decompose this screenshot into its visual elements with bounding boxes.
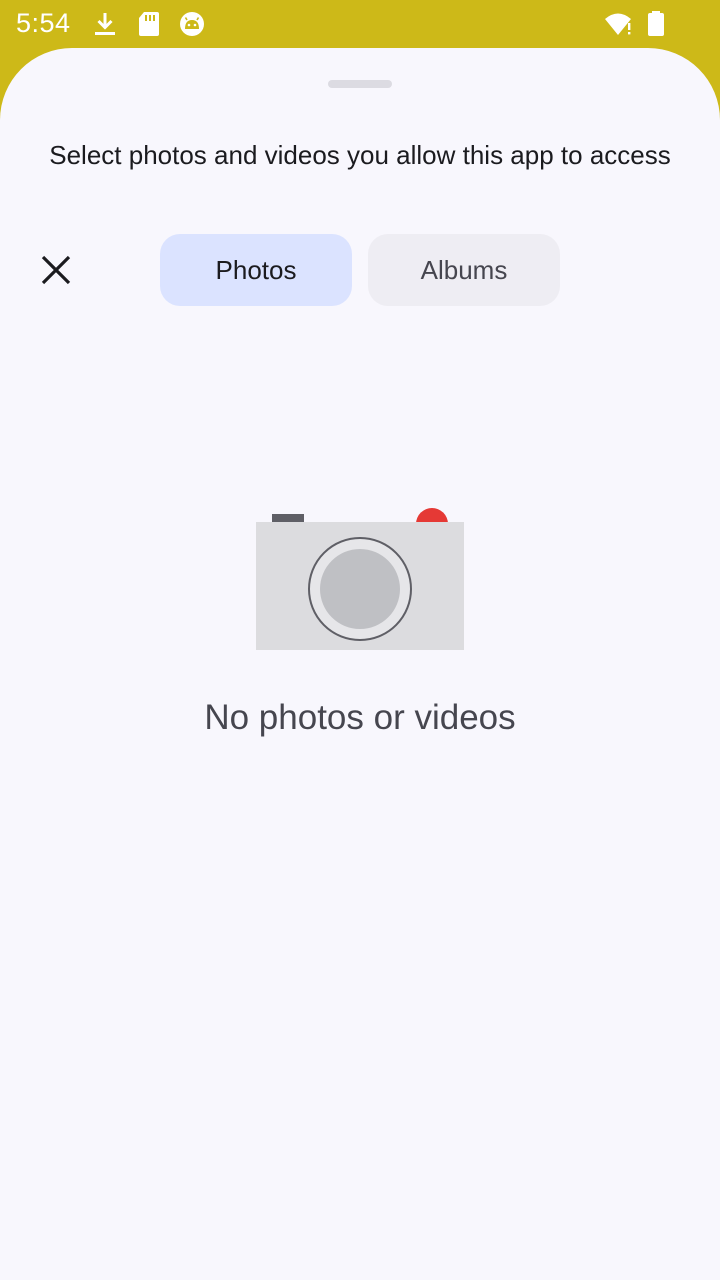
download-icon — [95, 13, 115, 35]
android-head-icon — [180, 12, 204, 36]
status-bar: 5:54 — [0, 0, 720, 48]
camera-illustration — [256, 508, 464, 650]
tab-albums[interactable]: Albums — [368, 234, 560, 306]
tab-photos[interactable]: Photos — [160, 234, 352, 306]
tab-albums-label: Albums — [420, 254, 508, 285]
wifi-alert-icon — [605, 13, 631, 35]
photo-picker-sheet: Select photos and videos you allow this … — [0, 48, 720, 1280]
picker-prompt: Select photos and videos you allow this … — [49, 140, 671, 170]
battery-icon — [648, 11, 664, 36]
empty-state-message: No photos or videos — [204, 698, 516, 737]
close-button[interactable] — [26, 240, 86, 300]
tab-photos-label: Photos — [215, 254, 297, 285]
status-time: 5:54 — [16, 8, 71, 38]
drag-handle[interactable] — [328, 80, 392, 88]
close-icon — [41, 255, 71, 285]
sd-card-icon — [139, 12, 159, 36]
